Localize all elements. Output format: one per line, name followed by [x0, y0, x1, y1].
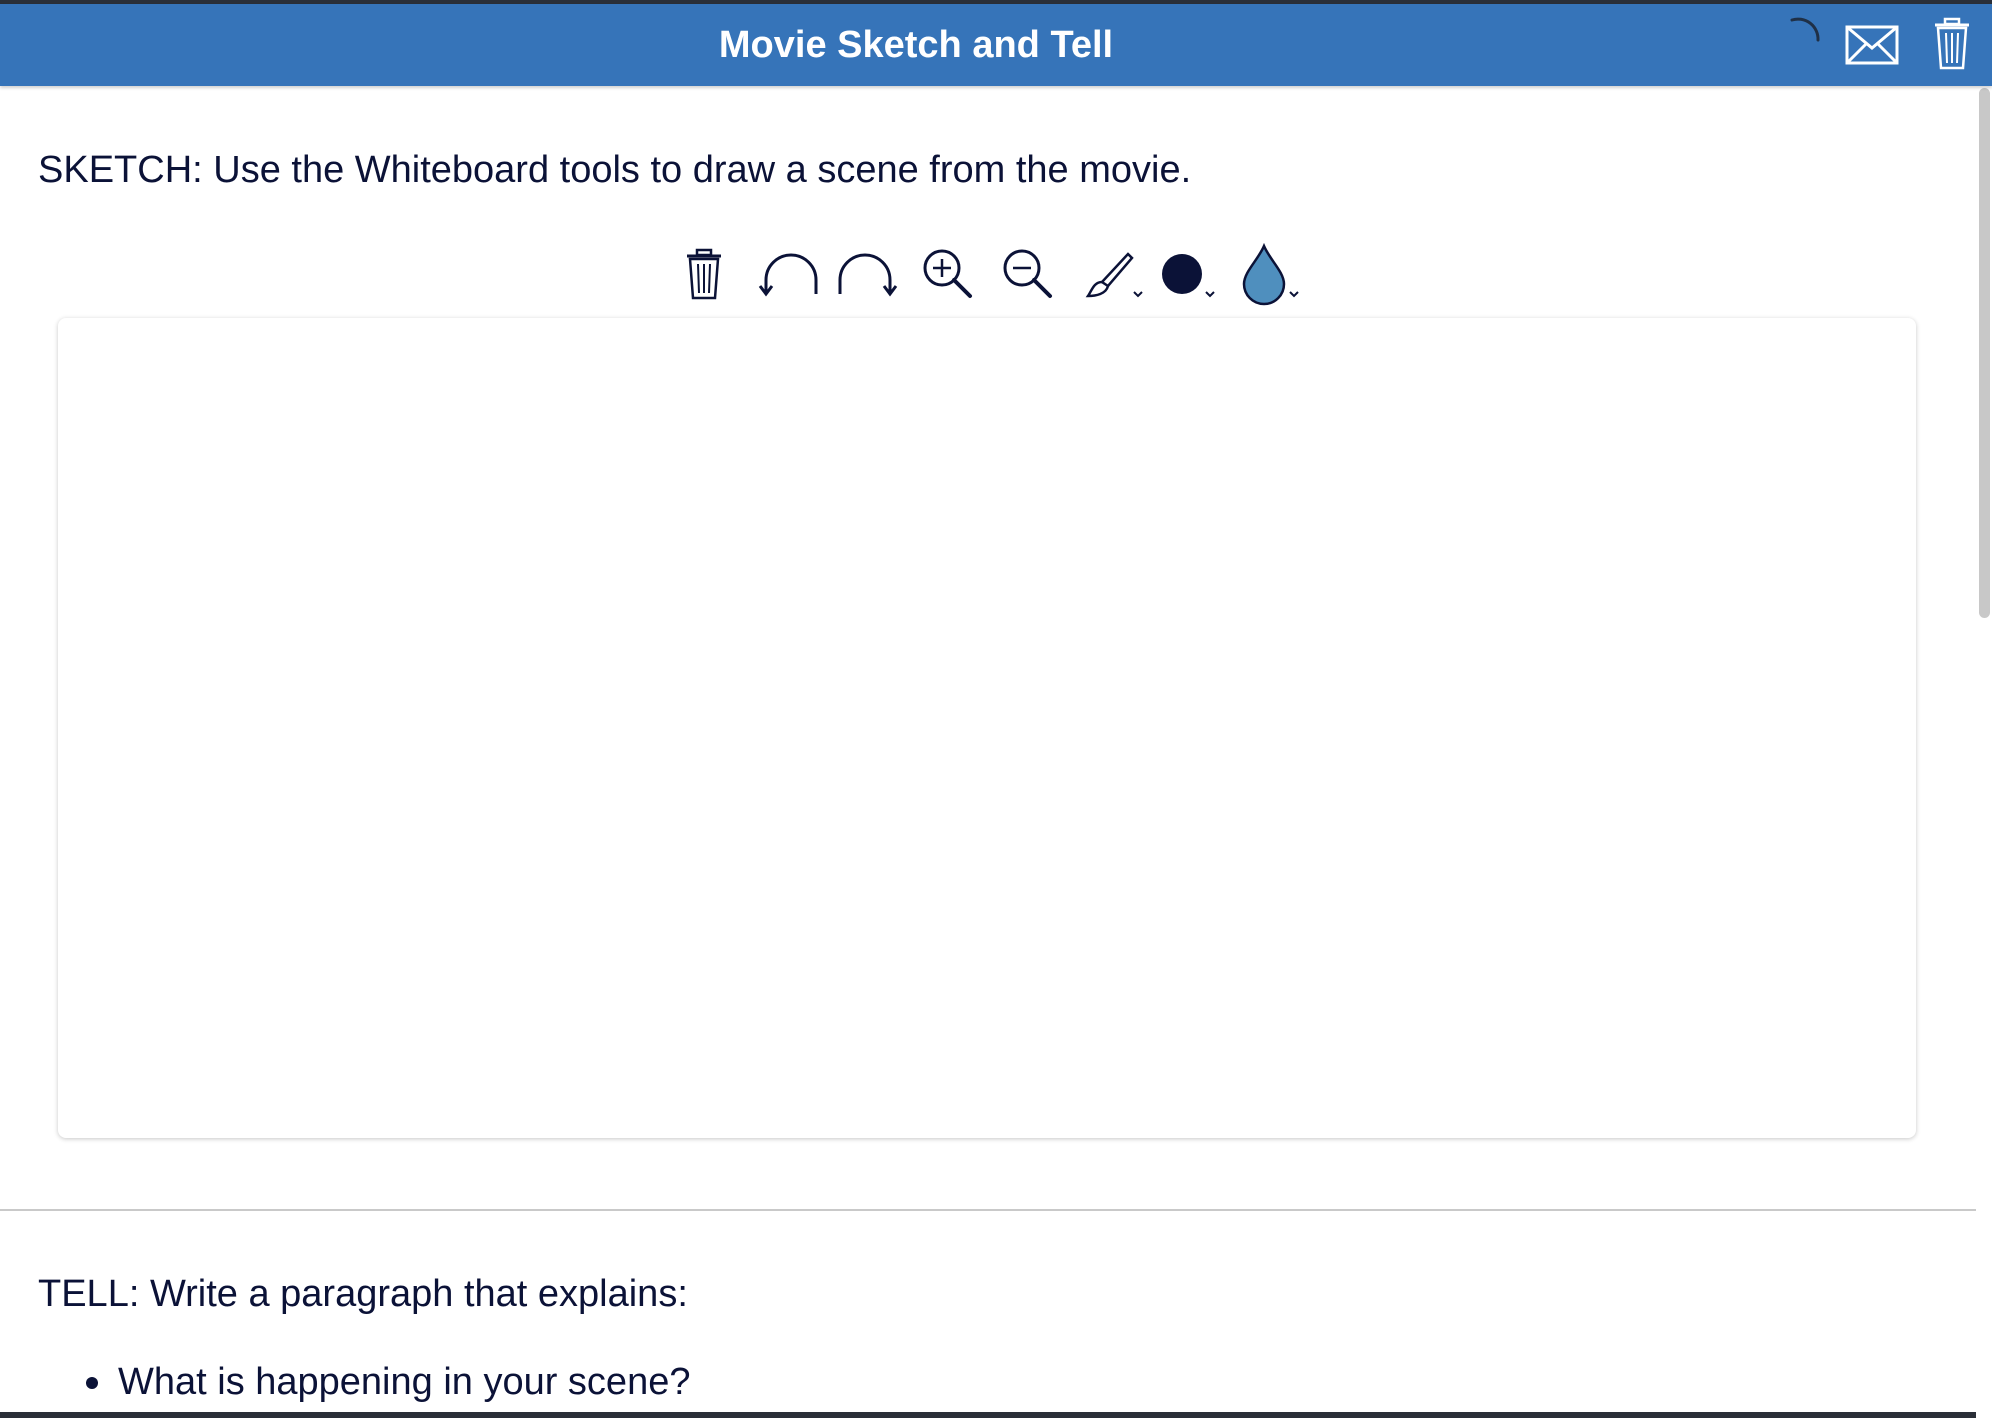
brush-tool-dropdown[interactable]: [1080, 236, 1146, 308]
tell-heading: TELL: Write a paragraph that explains:: [38, 1273, 688, 1315]
zoom-in-button[interactable]: [920, 236, 976, 308]
clear-canvas-button[interactable]: [680, 236, 728, 308]
brush-icon: [1085, 252, 1143, 298]
page: Movie Sketch and Tell SKETCH: Use the Wh…: [0, 0, 1992, 1418]
list-item-text: What is happening in your scene?: [118, 1361, 691, 1403]
redo-button[interactable]: [836, 236, 898, 308]
undo-button[interactable]: [758, 236, 820, 308]
undo-icon: [758, 253, 818, 297]
page-title: Movie Sketch and Tell: [718, 24, 1114, 66]
tell-bullet-list: What is happening in your scene?: [80, 1358, 690, 1406]
stroke-color-dropdown[interactable]: [1160, 236, 1226, 308]
bottom-edge: [0, 1412, 1976, 1418]
sketch-instructions: SKETCH: Use the Whiteboard tools to draw…: [38, 149, 1192, 191]
bullet-icon: [86, 1377, 98, 1389]
color-dot-icon: [1162, 254, 1215, 298]
whiteboard-canvas[interactable]: [58, 318, 1916, 1138]
section-divider: [0, 1209, 1976, 1211]
redo-icon: [838, 253, 898, 297]
list-item: What is happening in your scene?: [80, 1358, 690, 1406]
delete-button[interactable]: [1932, 16, 1972, 72]
trash-icon: [687, 248, 721, 300]
zoom-in-icon: [923, 249, 972, 298]
fill-color-dropdown[interactable]: [1240, 236, 1306, 308]
fill-drop-icon: [1242, 242, 1299, 306]
app-header: Movie Sketch and Tell: [0, 4, 1992, 86]
trash-icon: [1935, 17, 1969, 70]
loading-spinner-icon: [1782, 14, 1826, 58]
zoom-out-icon: [1003, 249, 1052, 298]
zoom-out-button[interactable]: [1000, 236, 1056, 308]
mail-button[interactable]: [1844, 24, 1900, 68]
scrollbar-thumb[interactable]: [1979, 88, 1990, 618]
mail-icon: [1845, 25, 1899, 65]
